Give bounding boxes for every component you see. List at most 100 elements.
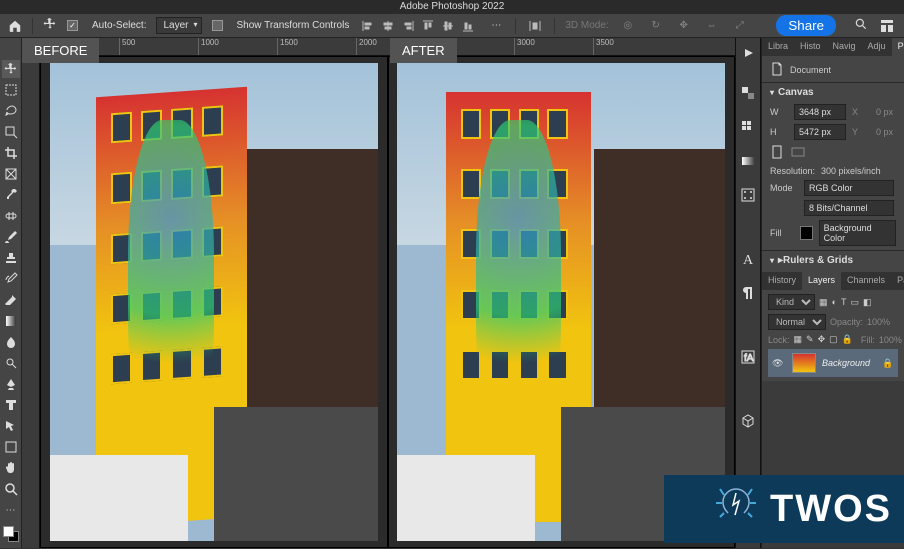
before-image [50, 63, 378, 541]
separator [554, 18, 555, 34]
shape-tool[interactable] [2, 438, 20, 456]
fill-dropdown[interactable]: Background Color [819, 220, 896, 246]
gradients-panel-icon[interactable] [739, 152, 757, 170]
lock-pixels-icon[interactable]: ✎ [806, 334, 814, 345]
layer-kind-filter[interactable]: Kind [768, 294, 815, 310]
title-bar: Adobe Photoshop 2022 [0, 0, 904, 14]
tab-history[interactable]: Histo [794, 38, 827, 56]
marquee-tool[interactable] [2, 81, 20, 99]
filter-shape-icon[interactable]: ▭ [850, 297, 859, 308]
filter-adjustment-icon[interactable]: ◐ [832, 297, 837, 307]
share-button[interactable]: Share [776, 15, 836, 36]
rulers-grids-section[interactable]: ▸ Rulers & Grids [770, 255, 896, 266]
hand-tool[interactable] [2, 459, 20, 477]
watermark: TWOS [664, 475, 904, 543]
auto-select-checkbox[interactable] [67, 20, 78, 31]
tab-properties[interactable]: Properties [892, 38, 904, 56]
glyphs-panel-icon[interactable]: fA [739, 348, 757, 366]
lock-position-icon[interactable]: ✥ [818, 334, 826, 345]
svg-text:A: A [743, 253, 754, 267]
zoom-tool[interactable] [2, 480, 20, 498]
tab-channels[interactable]: Channels [841, 272, 891, 290]
healing-tool[interactable] [2, 207, 20, 225]
frame-tool[interactable] [2, 165, 20, 183]
more-options-icon[interactable]: ⋯ [487, 17, 505, 35]
canvas-before[interactable] [40, 56, 388, 548]
move-tool[interactable] [2, 60, 20, 78]
align-left-icon[interactable] [359, 17, 377, 35]
selection-tool[interactable] [2, 123, 20, 141]
canvas-section-title[interactable]: Canvas [770, 87, 896, 98]
tab-layers[interactable]: Layers [802, 272, 841, 290]
eraser-tool[interactable] [2, 291, 20, 309]
dodge-tool[interactable] [2, 354, 20, 372]
visibility-icon[interactable]: 👁 [772, 358, 786, 369]
patterns-panel-icon[interactable] [739, 186, 757, 204]
lasso-tool[interactable] [2, 102, 20, 120]
color-swatch[interactable] [3, 526, 19, 542]
height-input[interactable] [794, 124, 846, 140]
mode-dropdown[interactable]: RGB Color [804, 180, 894, 196]
filter-type-icon[interactable]: T [841, 297, 847, 307]
home-icon[interactable] [8, 19, 22, 33]
tab-navigator[interactable]: Navig [827, 38, 862, 56]
tab-paths[interactable]: Paths [891, 272, 904, 290]
color-panel-icon[interactable] [739, 84, 757, 102]
watermark-text: TWOS [770, 488, 892, 531]
play-icon[interactable] [739, 44, 757, 62]
edit-toolbar[interactable]: ⋯ [2, 501, 20, 519]
workspace-icon[interactable] [878, 17, 896, 35]
show-transform-checkbox[interactable] [212, 20, 223, 31]
type-tool[interactable] [2, 396, 20, 414]
orientation-landscape-icon[interactable] [790, 145, 806, 161]
show-transform-label: Show Transform Controls [237, 20, 350, 31]
brush-tool[interactable] [2, 228, 20, 246]
blend-mode-dropdown[interactable]: Normal [768, 314, 826, 330]
blur-tool[interactable] [2, 333, 20, 351]
align-center-v-icon[interactable] [439, 17, 457, 35]
crop-tool[interactable] [2, 144, 20, 162]
align-bottom-icon[interactable] [459, 17, 477, 35]
gradient-tool[interactable] [2, 312, 20, 330]
layer-fill-value[interactable]: 100% [879, 335, 902, 345]
history-brush-tool[interactable] [2, 270, 20, 288]
align-right-icon[interactable] [399, 17, 417, 35]
lock-transparency-icon[interactable]: ▦ [794, 334, 803, 345]
tab-adjustments[interactable]: Adju [862, 38, 892, 56]
layer-row-background[interactable]: 👁 Background 🔒 [768, 349, 898, 377]
lock-artboard-icon[interactable]: ▢ [829, 334, 838, 345]
width-input[interactable] [794, 104, 846, 120]
tab-libraries[interactable]: Libra [762, 38, 794, 56]
svg-text:fA: fA [744, 353, 754, 364]
fill-swatch[interactable] [800, 226, 812, 240]
3d-panel-icon[interactable] [739, 412, 757, 430]
opacity-label: Opacity: [830, 317, 863, 327]
orientation-portrait-icon[interactable] [770, 144, 784, 162]
filter-smart-icon[interactable]: ◧ [863, 297, 872, 308]
fill-label: Fill [770, 228, 794, 238]
document-icon [770, 62, 784, 78]
align-top-icon[interactable] [419, 17, 437, 35]
tab-history-2[interactable]: History [762, 272, 802, 290]
auto-select-mode-dropdown[interactable]: Layer [156, 17, 201, 34]
paragraph-panel-icon[interactable] [739, 284, 757, 302]
stamp-tool[interactable] [2, 249, 20, 267]
pen-tool[interactable] [2, 375, 20, 393]
after-label: AFTER [390, 38, 457, 63]
lock-all-icon[interactable]: 🔒 [842, 334, 853, 345]
layers-tabs: History Layers Channels Paths [762, 272, 904, 290]
main-area: ⋯ 0 500 1000 1500 2000 2500 3000 3500 [0, 38, 735, 548]
eyedropper-tool[interactable] [2, 186, 20, 204]
character-panel-icon[interactable]: A [739, 250, 757, 268]
path-selection-tool[interactable] [2, 417, 20, 435]
filter-pixel-icon[interactable]: ▦ [819, 297, 828, 308]
search-icon[interactable] [854, 17, 868, 34]
x-label: X [852, 107, 870, 117]
canvas-area: 0 500 1000 1500 2000 2500 3000 3500 [22, 38, 735, 548]
swatches-panel-icon[interactable] [739, 118, 757, 136]
bits-dropdown[interactable]: 8 Bits/Channel [804, 200, 894, 216]
lock-icon[interactable]: 🔒 [882, 358, 894, 369]
opacity-value[interactable]: 100% [867, 317, 890, 327]
distribute-icon[interactable] [526, 17, 544, 35]
align-center-h-icon[interactable] [379, 17, 397, 35]
